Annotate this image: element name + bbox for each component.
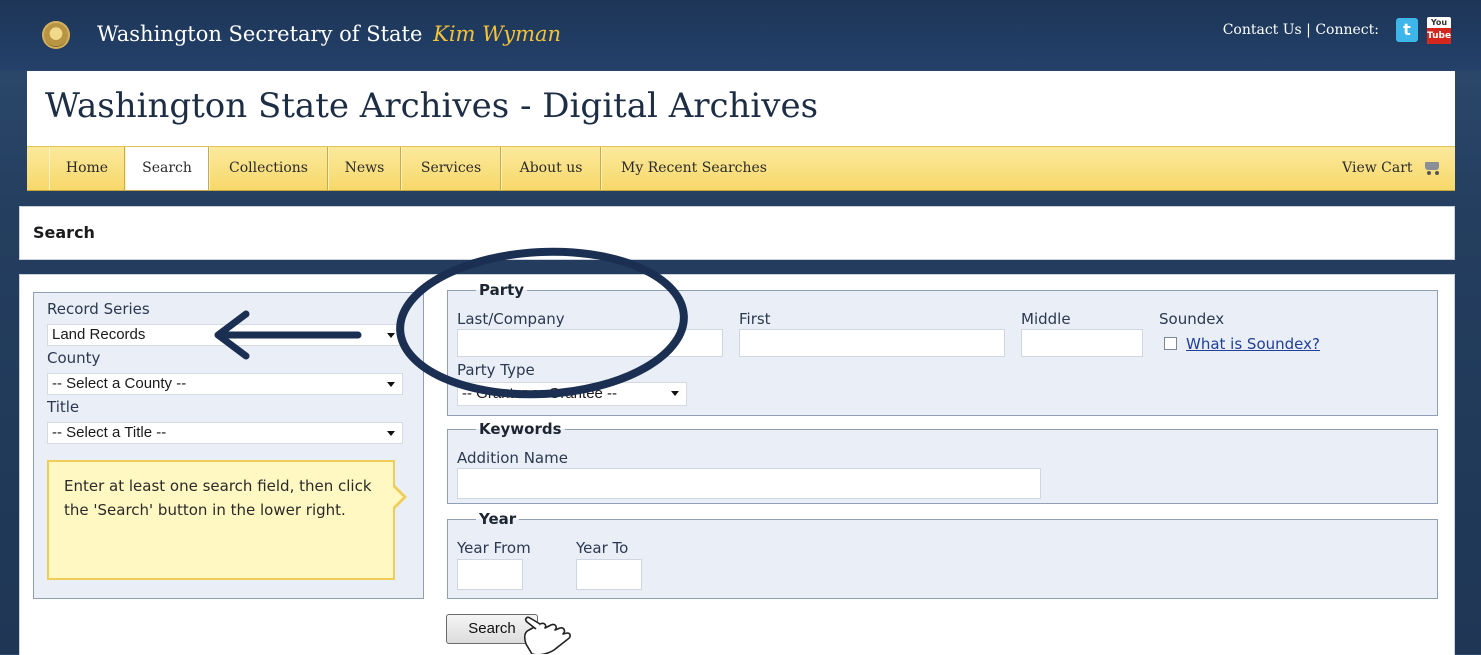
first-name-label: First	[739, 310, 771, 328]
help-tooltip-text: Enter at least one search field, then cl…	[64, 477, 372, 519]
year-legend: Year	[479, 510, 517, 528]
year-to-input[interactable]	[576, 559, 642, 590]
middle-name-input[interactable]	[1021, 329, 1143, 357]
nav-item-my-recent-searches[interactable]: My Recent Searches	[601, 147, 786, 190]
youtube-icon-tube: Tube	[1427, 28, 1451, 44]
record-series-label: Record Series	[47, 300, 150, 318]
chevron-down-icon	[671, 391, 679, 396]
chevron-down-icon	[387, 382, 395, 387]
site-title-band: Washington State Archives - Digital Arch…	[27, 71, 1455, 146]
chevron-down-icon	[387, 431, 395, 436]
youtube-icon-you: You	[1430, 18, 1448, 27]
main-nav: Home Search Collections News Services Ab…	[27, 146, 1455, 191]
twitter-icon[interactable]: t	[1396, 18, 1418, 42]
site-title: Washington State Archives - Digital Arch…	[45, 86, 819, 126]
record-series-select[interactable]: Land Records	[47, 324, 403, 346]
nav-item-news[interactable]: News	[328, 147, 401, 190]
middle-name-label: Middle	[1021, 310, 1071, 328]
year-from-input[interactable]	[457, 559, 523, 590]
record-series-value: Land Records	[52, 326, 146, 343]
title-value: -- Select a Title --	[52, 424, 167, 441]
page: Washington Secretary of State Kim Wyman …	[0, 0, 1481, 655]
nav-item-about-us[interactable]: About us	[501, 147, 601, 190]
connect-label: Connect:	[1315, 22, 1379, 38]
view-cart-label: View Cart	[1342, 160, 1413, 176]
nav-item-home[interactable]: Home	[49, 147, 125, 190]
view-cart-link[interactable]: View Cart	[1342, 147, 1441, 190]
addition-name-label: Addition Name	[457, 449, 568, 467]
year-to-label: Year To	[576, 539, 629, 557]
county-label: County	[47, 349, 101, 367]
party-legend: Party	[479, 281, 525, 299]
what-is-soundex-link[interactable]: What is Soundex?	[1186, 335, 1320, 353]
title-label: Title	[47, 398, 80, 416]
nav-item-services[interactable]: Services	[401, 147, 501, 190]
nav-item-search[interactable]: Search	[125, 147, 209, 190]
page-heading: Search	[33, 223, 95, 242]
brand-text[interactable]: Washington Secretary of State	[97, 22, 422, 46]
party-type-value: -- Grantor or Grantee --	[462, 385, 618, 402]
brand-person-name[interactable]: Kim Wyman	[433, 22, 561, 46]
help-tooltip: Enter at least one search field, then cl…	[47, 460, 407, 580]
contact-us-link[interactable]: Contact Us	[1223, 22, 1302, 38]
last-company-label: Last/Company	[457, 310, 565, 328]
first-name-input[interactable]	[739, 329, 1005, 357]
record-filters-box: Record Series Land Records County -- Sel…	[33, 292, 424, 599]
addition-name-input[interactable]	[457, 468, 1041, 499]
youtube-icon[interactable]: You Tube	[1427, 17, 1451, 44]
county-value: -- Select a County --	[52, 375, 187, 392]
search-form-panel: Record Series Land Records County -- Sel…	[19, 274, 1455, 655]
party-type-label: Party Type	[457, 361, 535, 379]
year-from-label: Year From	[457, 539, 531, 557]
top-links: Contact Us | Connect:	[1223, 22, 1379, 38]
state-seal-logo[interactable]	[42, 21, 70, 49]
top-bar: Washington Secretary of State Kim Wyman …	[0, 0, 1481, 70]
top-links-separator: |	[1301, 22, 1316, 38]
keywords-legend: Keywords	[479, 420, 562, 438]
page-heading-bar: Search	[19, 206, 1455, 260]
cart-icon	[1423, 161, 1441, 175]
soundex-checkbox[interactable]	[1164, 337, 1177, 350]
nav-item-collections[interactable]: Collections	[209, 147, 328, 190]
last-company-input[interactable]	[457, 329, 723, 357]
county-select[interactable]: -- Select a County --	[47, 373, 403, 395]
soundex-label: Soundex	[1159, 310, 1225, 328]
party-type-select[interactable]: -- Grantor or Grantee --	[457, 382, 687, 406]
chevron-down-icon	[387, 333, 395, 338]
search-button[interactable]: Search	[446, 614, 538, 644]
title-select[interactable]: -- Select a Title --	[47, 422, 403, 444]
brand-title[interactable]: Washington Secretary of State Kim Wyman	[97, 22, 561, 46]
